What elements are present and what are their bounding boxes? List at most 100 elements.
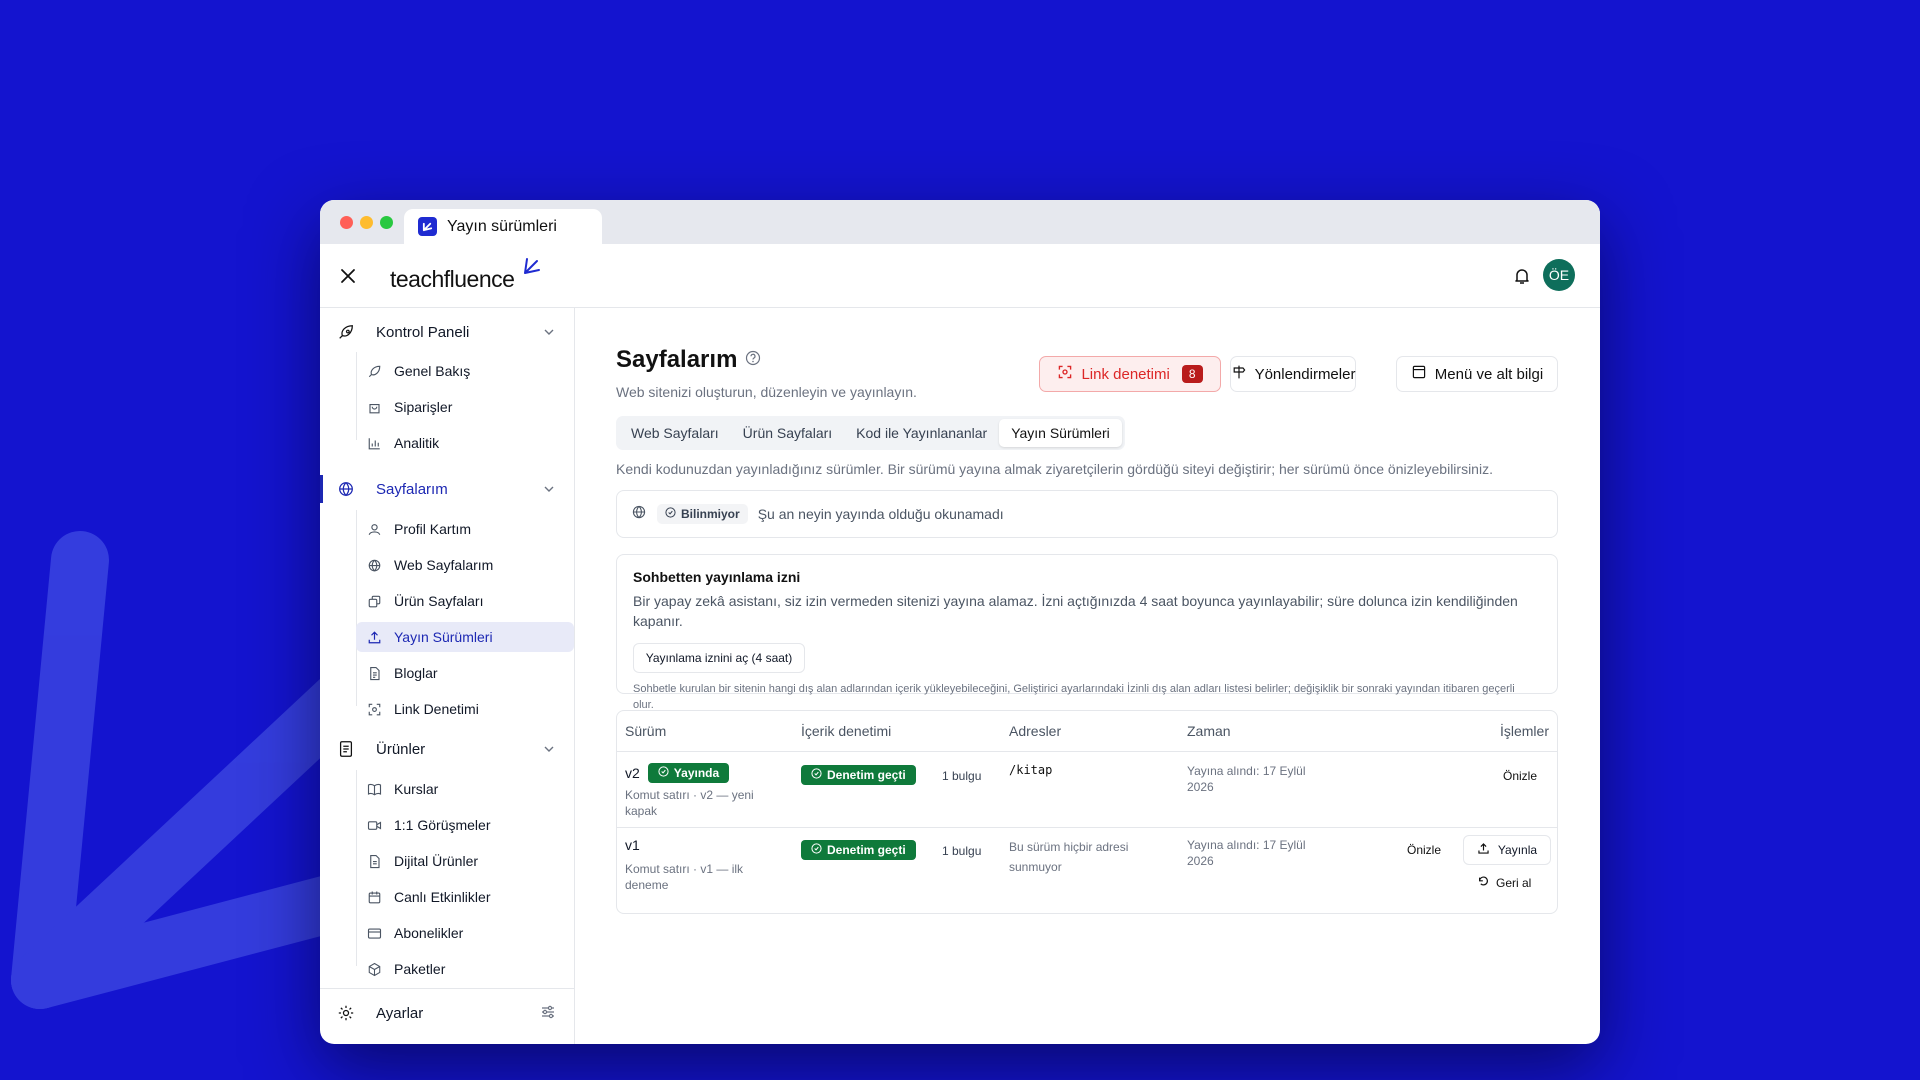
calendar-icon: [366, 889, 382, 905]
sidebar: Kontrol Paneli Genel Bakış Siparişler An…: [320, 308, 575, 1044]
sidebar-section-pages[interactable]: Sayfalarım: [336, 474, 560, 504]
active-section-indicator: [320, 475, 323, 503]
findings-link[interactable]: 1 bulgu: [942, 769, 981, 783]
circle-check-icon: [658, 766, 669, 780]
globe-icon: [366, 557, 382, 573]
sidebar-section-label: Kontrol Paneli: [376, 323, 470, 341]
sidebar-item-courses[interactable]: Kurslar: [356, 774, 560, 804]
globe-icon: [336, 479, 356, 499]
sidebar-item-label: Paketler: [394, 961, 446, 977]
sidebar-item-product-pages[interactable]: Ürün Sayfaları: [356, 586, 560, 616]
audit-passed-badge: Denetim geçti: [801, 840, 916, 860]
sidebar-item-subscriptions[interactable]: Abonelikler: [356, 918, 560, 948]
sidebar-item-overview[interactable]: Genel Bakış: [356, 356, 560, 386]
sidebar-item-live-events[interactable]: Canlı Etkinlikler: [356, 882, 560, 912]
tab-web-pages[interactable]: Web Sayfaları: [619, 419, 731, 447]
undo-icon: [1477, 875, 1490, 891]
circle-check-icon: [811, 843, 822, 857]
version-description: Komut satırı · v1 — ilk deneme: [625, 862, 744, 892]
chevron-down-icon[interactable]: [542, 482, 556, 500]
chevron-down-icon[interactable]: [542, 742, 556, 760]
page-title: Sayfalarım: [616, 346, 738, 373]
globe-icon: [631, 504, 647, 525]
browser-window: Yayın sürümleri teachfluence ÖE Kontrol …: [320, 200, 1600, 1044]
versions-table: Sürüm İçerik denetimi Adresler Zaman İşl…: [616, 710, 1558, 914]
sidebar-item-meetings[interactable]: 1:1 Görüşmeler: [356, 810, 560, 840]
favicon-icon: [418, 217, 437, 236]
table-row: v1 Komut satırı · v1 — ilk deneme Deneti…: [617, 827, 1557, 915]
publish-button[interactable]: Yayınla: [1463, 835, 1551, 865]
settings-label: Ayarlar: [376, 1004, 424, 1022]
tab-title: Yayın sürümleri: [447, 217, 557, 235]
title-bar: Yayın sürümleri: [320, 200, 1600, 244]
rollback-button[interactable]: Geri al: [1477, 875, 1531, 891]
link-audit-button[interactable]: Link denetimi 8: [1039, 356, 1221, 392]
sidebar-item-orders[interactable]: Siparişler: [356, 392, 560, 422]
sidebar-item-label: Kurslar: [394, 781, 439, 797]
permission-note: Sohbetle kurulan bir sitenin hangi dış a…: [633, 683, 1515, 711]
permission-title: Sohbetten yayınlama izni: [633, 569, 801, 585]
sidebar-item-label: Siparişler: [394, 399, 453, 415]
scan-icon: [366, 701, 382, 717]
tab-code-published[interactable]: Kod ile Yayınlananlar: [844, 419, 999, 447]
browser-tab[interactable]: Yayın sürümleri: [404, 209, 602, 244]
sidebar-item-web-pages[interactable]: Web Sayfalarım: [356, 550, 560, 580]
page-title-row: Sayfalarım: [616, 346, 761, 374]
upload-icon: [366, 629, 382, 645]
minimize-window-dot[interactable]: [360, 216, 373, 229]
chevron-down-icon[interactable]: [542, 325, 556, 343]
close-window-dot[interactable]: [340, 216, 353, 229]
sidebar-item-profile-card[interactable]: Profil Kartım: [356, 514, 560, 544]
sidebar-section-dashboard[interactable]: Kontrol Paneli: [336, 317, 560, 347]
sidebar-item-blogs[interactable]: Bloglar: [356, 658, 560, 688]
link-audit-label: Link denetimi: [1081, 365, 1170, 383]
tab-release-versions[interactable]: Yayın Sürümleri: [999, 419, 1122, 447]
sidebar-item-label: Genel Bakış: [394, 363, 471, 379]
sliders-icon[interactable]: [540, 1004, 556, 1024]
audit-label: Denetim geçti: [827, 843, 906, 857]
sidebar-item-label: Profil Kartım: [394, 521, 472, 537]
tab-bar: Web Sayfaları Ürün Sayfaları Kod ile Yay…: [616, 416, 1125, 450]
app-header: teachfluence ÖE: [320, 244, 1600, 308]
menu-footer-label: Menü ve alt bilgi: [1434, 365, 1544, 383]
sidebar-section-products[interactable]: Ürünler: [336, 734, 560, 764]
sidebar-item-release-versions[interactable]: Yayın Sürümleri: [356, 622, 574, 652]
scan-icon: [1057, 364, 1073, 384]
column-header-actions: İşlemler: [1499, 723, 1549, 739]
brand-logo[interactable]: teachfluence: [390, 266, 515, 293]
sidebar-item-analytics[interactable]: Analitik: [356, 428, 560, 458]
tab-product-pages[interactable]: Ürün Sayfaları: [731, 419, 844, 447]
help-icon[interactable]: [745, 350, 761, 371]
avatar-initials: ÖE: [1548, 267, 1570, 283]
video-icon: [366, 817, 382, 833]
version-label: v1: [625, 837, 640, 853]
menu-footer-button[interactable]: Menü ve alt bilgi: [1396, 356, 1558, 392]
published-time: Yayına alındı: 17 Eylül 2026: [1187, 838, 1306, 868]
sidebar-item-label: Dijital Ürünler: [394, 853, 479, 869]
address-path[interactable]: /kitap: [1009, 763, 1052, 777]
sidebar-item-digital-products[interactable]: Dijital Ürünler: [356, 846, 560, 876]
enable-publish-permission-button[interactable]: Yayınlama iznini aç (4 saat): [633, 643, 805, 673]
version-description: Komut satırı · v2 — yeni kapak: [625, 788, 754, 818]
bell-icon[interactable]: [1512, 266, 1532, 291]
version-label: v2: [625, 765, 640, 781]
sidebar-section-label: Ürünler: [376, 740, 426, 758]
avatar[interactable]: ÖE: [1543, 259, 1575, 291]
sidebar-item-link-audit[interactable]: Link Denetimi: [356, 694, 560, 724]
maximize-window-dot[interactable]: [380, 216, 393, 229]
table-row: v2 Yayında Komut satırı · v2 — yeni kapa…: [617, 751, 1557, 827]
bar-chart-icon: [366, 435, 382, 451]
sidebar-item-packages[interactable]: Paketler: [356, 954, 560, 984]
column-header-version: Sürüm: [625, 723, 667, 739]
sidebar-settings[interactable]: Ayarlar: [336, 998, 560, 1028]
page-subtitle: Web sitenizi oluşturun, düzenleyin ve ya…: [616, 384, 917, 400]
redirects-button[interactable]: Yönlendirmeler: [1230, 356, 1356, 392]
address-empty-note: Bu sürüm hiçbir adresi sunmuyor: [1009, 840, 1129, 874]
findings-link[interactable]: 1 bulgu: [942, 844, 981, 858]
live-badge: Yayında: [647, 763, 730, 783]
column-header-time: Zaman: [1187, 723, 1231, 739]
close-icon[interactable]: [338, 266, 358, 291]
status-badge-label: Bilinmiyor: [681, 507, 740, 521]
preview-button[interactable]: Önizle: [1503, 769, 1537, 783]
preview-button[interactable]: Önizle: [1407, 843, 1441, 857]
